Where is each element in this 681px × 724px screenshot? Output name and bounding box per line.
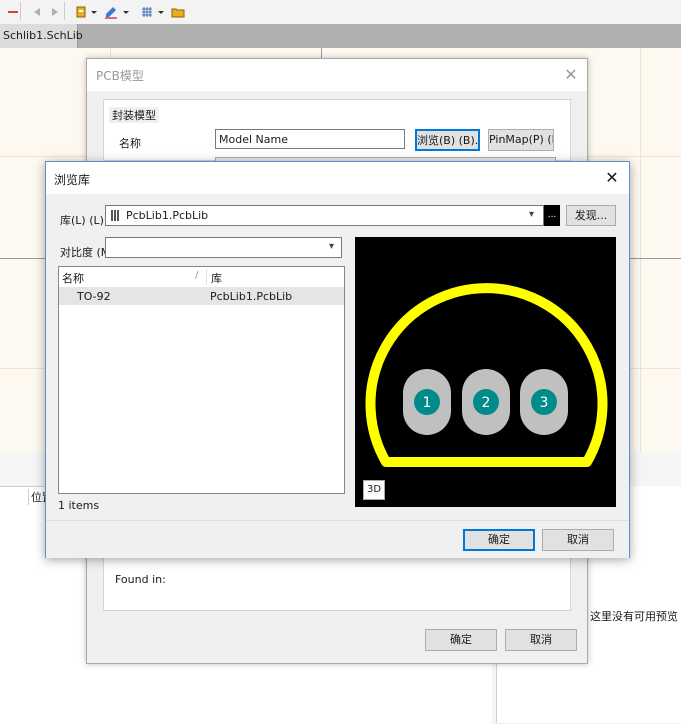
- model-name-input[interactable]: Model Name: [215, 129, 405, 149]
- component-icon[interactable]: [74, 5, 88, 19]
- dropdown-arrow-icon[interactable]: [90, 5, 98, 19]
- toolbar-separator: [20, 2, 21, 20]
- row-name: TO-92: [77, 290, 111, 303]
- component-list[interactable]: 名称 / 库 TO-92 PcbLib1.PcbLib: [58, 266, 345, 494]
- back-arrow-icon[interactable]: [30, 5, 44, 19]
- pencil-icon[interactable]: [104, 5, 118, 19]
- sort-icon: /: [195, 270, 199, 281]
- browse-cancel-button[interactable]: 取消: [542, 529, 614, 551]
- browse-button[interactable]: 浏览(B) (B)...: [415, 129, 480, 151]
- list-header: 名称 / 库: [59, 267, 344, 288]
- pcb-ok-button[interactable]: 确定: [425, 629, 497, 651]
- column-header-name[interactable]: 名称: [62, 270, 84, 286]
- close-icon[interactable]: ✕: [602, 168, 622, 188]
- pinmap-button[interactable]: PinMap(P) (P)...: [488, 129, 554, 151]
- compare-label: 对比度 (M: [60, 246, 111, 259]
- footprint-preview[interactable]: 1 2 3 3D: [355, 237, 616, 507]
- discover-button[interactable]: 发现...: [566, 205, 616, 226]
- table-row[interactable]: TO-92 PcbLib1.PcbLib: [59, 288, 344, 305]
- 3d-view-button[interactable]: 3D: [363, 480, 385, 500]
- pcb-dialog-titlebar[interactable]: [87, 59, 587, 91]
- pad-number: 2: [482, 395, 491, 411]
- compare-select[interactable]: ▾: [105, 237, 342, 258]
- main-toolbar: [0, 0, 681, 25]
- found-in-group: [103, 553, 571, 611]
- items-count: 1 items: [58, 499, 100, 512]
- dropdown-arrow-icon[interactable]: [122, 5, 130, 19]
- library-label: 库(L) (L): [60, 214, 104, 227]
- library-dots-button[interactable]: ...: [544, 205, 560, 226]
- browse-dialog-title: 浏览库: [54, 173, 91, 187]
- folder-icon[interactable]: [171, 5, 185, 19]
- grid-icon[interactable]: [140, 5, 154, 19]
- found-in-label: Found in:: [115, 573, 166, 586]
- dropdown-arrow-icon[interactable]: [157, 5, 165, 19]
- pcb-dialog-title: PCB模型: [96, 69, 144, 83]
- footprint-model-group-title: 封装模型: [109, 107, 159, 123]
- browse-dialog-titlebar[interactable]: [46, 162, 629, 194]
- pad-number: 1: [423, 395, 432, 411]
- pcb-cancel-button[interactable]: 取消: [505, 629, 577, 651]
- remove-icon[interactable]: [6, 5, 20, 19]
- pad-number: 3: [540, 395, 549, 411]
- column-header-library[interactable]: 库: [211, 270, 222, 286]
- browse-ok-button[interactable]: 确定: [463, 529, 535, 551]
- tab-schlib[interactable]: Schlib1.SchLib: [0, 24, 83, 48]
- row-library: PcbLib1.PcbLib: [210, 290, 293, 303]
- chevron-down-icon[interactable]: ▾: [529, 209, 534, 220]
- forward-arrow-icon[interactable]: [48, 5, 62, 19]
- no-preview-text: 这里没有可用预览: [590, 610, 678, 623]
- library-select-value: PcbLib1.PcbLib: [126, 209, 209, 222]
- column-separator[interactable]: [206, 269, 207, 285]
- name-label: 名称: [119, 137, 141, 150]
- library-select[interactable]: PcbLib1.PcbLib ▾: [105, 205, 544, 226]
- library-icon: [111, 210, 121, 221]
- close-icon[interactable]: ✕: [561, 65, 581, 85]
- toolbar-separator: [64, 2, 65, 20]
- browse-library-dialog: 浏览库 ✕ 库(L) (L) PcbLib1.PcbLib ▾ ... 发现..…: [45, 161, 630, 558]
- footprint-drawing: 1 2 3: [365, 283, 608, 467]
- grid-line: [640, 48, 641, 452]
- chevron-down-icon[interactable]: ▾: [329, 241, 334, 252]
- document-tab-bar: [0, 24, 681, 48]
